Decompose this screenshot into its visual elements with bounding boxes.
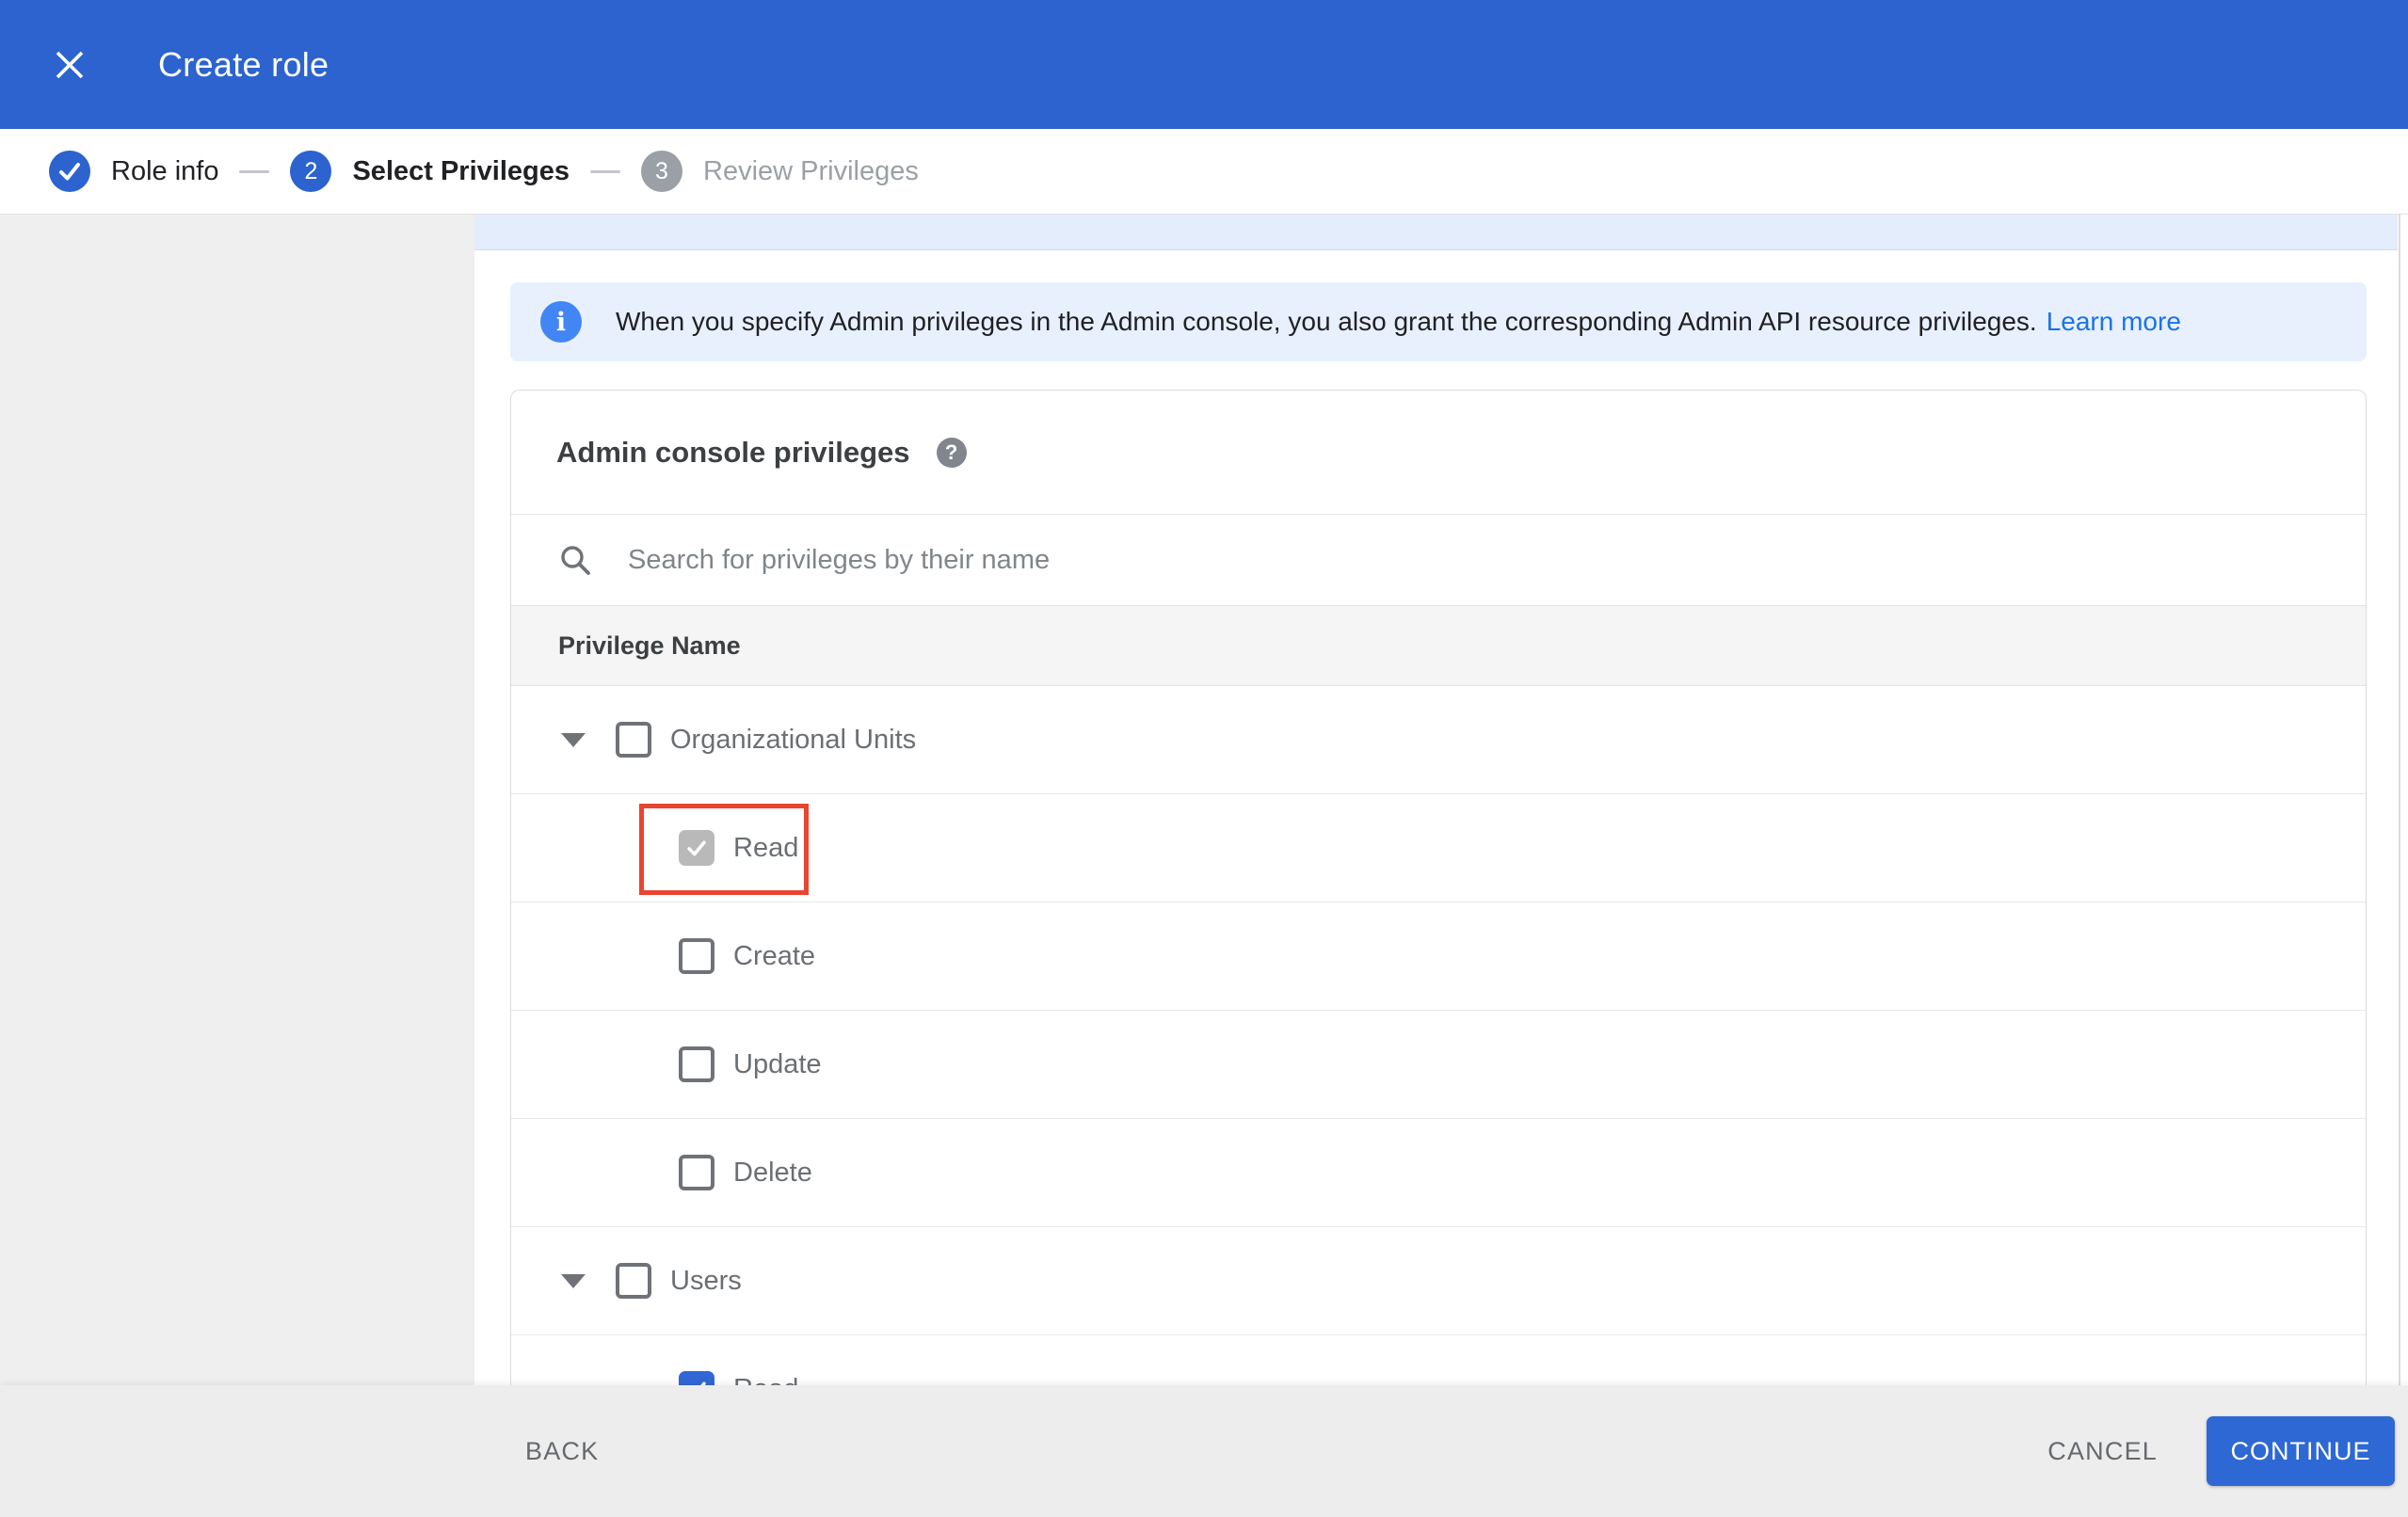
dialog-title: Create role [158,44,329,84]
privilege-row: Read [511,1335,2366,1385]
step-review-privileges: 3 Review Privileges [641,151,919,192]
privilege-row: Organizational Units [511,686,2366,794]
cancel-button[interactable]: CANCEL [2047,1437,2158,1466]
app-bar: Create role [0,0,2408,129]
step-role-info[interactable]: Role info [49,151,218,192]
continue-button[interactable]: CONTINUE [2207,1416,2395,1486]
stepper: Role info 2 Select Privileges 3 Review P… [0,129,2408,215]
privilege-label: Delete [733,1157,812,1188]
checkmark-icon [687,840,706,856]
search-icon [561,546,590,575]
close-icon-glyph [56,51,84,78]
info-banner: i When you specify Admin privileges in t… [510,282,2367,361]
privilege-row: Update [511,1011,2366,1119]
privilege-checkbox[interactable] [679,938,714,974]
privilege-checkbox[interactable] [616,722,651,758]
step-label: Role info [111,155,219,186]
step-complete-check-icon [49,151,90,192]
dialog-footer: BACK CANCEL CONTINUE [0,1385,2408,1517]
step-select-privileges[interactable]: 2 Select Privileges [290,151,570,192]
close-icon[interactable] [49,44,90,86]
privilege-label: Create [733,940,816,971]
column-header-label: Privilege Name [558,631,741,660]
privilege-search-input[interactable] [628,544,2319,576]
step-connector [239,169,270,173]
info-icon: i [540,301,582,343]
step-number-badge: 2 [290,151,332,192]
step-connector [590,169,620,173]
admin-console-privileges-card: Admin console privileges ? Privilege Nam… [510,390,2367,1385]
privilege-row: Create [511,902,2366,1011]
card-title: Admin console privileges [556,435,910,469]
collapse-triangle-icon[interactable] [561,732,586,747]
step-label: Review Privileges [703,155,919,186]
create-role-dialog: Create role Role info 2 Select Privilege… [0,0,2408,1517]
privilege-row: Read [511,794,2366,902]
card-header: Admin console privileges ? [511,391,2366,515]
info-banner-text: When you specify Admin privileges in the… [616,307,2037,336]
help-icon[interactable]: ? [936,437,967,468]
privilege-label: Users [670,1265,742,1296]
privilege-search-row [511,515,2366,605]
privilege-label: Read [733,1374,798,1386]
privilege-checkbox[interactable] [679,830,714,866]
privilege-row: Users [511,1227,2366,1335]
content-panel: i When you specify Admin privileges in t… [474,215,2408,1385]
collapse-triangle-icon[interactable] [561,1273,586,1288]
privilege-row: Delete [511,1119,2366,1227]
scrollbar-track[interactable] [2399,215,2400,1385]
scrolled-row-top-strip [474,215,2398,250]
learn-more-link[interactable]: Learn more [2047,307,2181,337]
privilege-table-header: Privilege Name [511,605,2366,686]
privilege-label: Organizational Units [670,724,917,755]
privilege-checkbox[interactable] [679,1371,714,1385]
privilege-label: Read [733,832,799,863]
privilege-checkbox[interactable] [679,1046,714,1082]
privilege-checkbox[interactable] [616,1263,651,1299]
privilege-checkbox[interactable] [679,1155,714,1190]
privilege-rows: Organizational Units Read Create Update Dele… [511,686,2366,1385]
dialog-body: i When you specify Admin privileges in t… [0,215,2408,1385]
step-number-badge: 3 [641,151,682,192]
step-label: Select Privileges [352,155,570,186]
back-button[interactable]: BACK [525,1437,599,1466]
checkmark-icon [700,1381,706,1385]
privilege-label: Update [733,1048,822,1079]
